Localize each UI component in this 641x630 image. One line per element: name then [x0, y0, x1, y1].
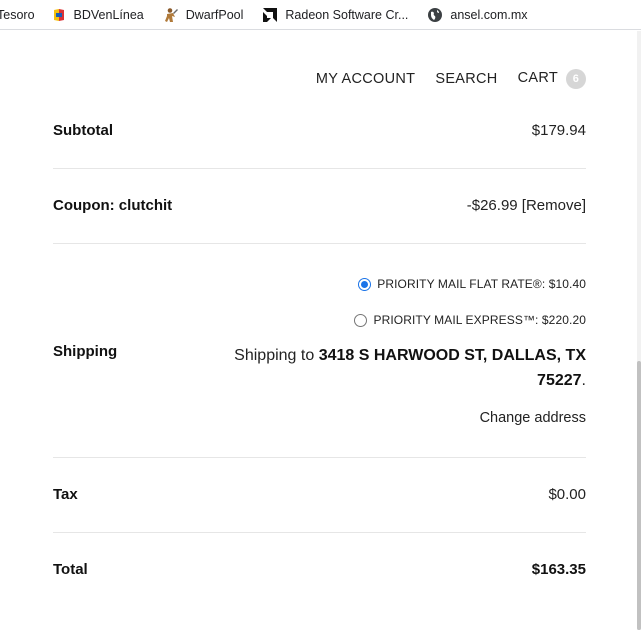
change-address-link[interactable]: Change address — [480, 410, 586, 426]
total-row: Total $163.35 — [53, 533, 586, 608]
subtotal-row: Subtotal $179.94 — [53, 94, 586, 169]
bookmark-ansel[interactable]: ansel.com.mx — [427, 0, 528, 29]
ship-to-prefix: Shipping to — [234, 347, 319, 364]
store-header-nav: MY ACCOUNT SEARCH CART 6 — [296, 69, 586, 89]
tax-label: Tax — [53, 486, 78, 503]
bookmark-label: Tesoro — [0, 7, 35, 22]
subtotal-label: Subtotal — [53, 122, 113, 139]
ship-to-suffix: . — [581, 372, 586, 389]
shipping-address: 3418 S HARWOOD ST, DALLAS, TX 75227 — [318, 347, 586, 389]
tax-value: $0.00 — [548, 486, 586, 503]
tax-row: Tax $0.00 — [53, 458, 586, 533]
bookmark-label: Radeon Software Cr... — [285, 7, 409, 22]
total-value: $163.35 — [531, 561, 586, 578]
coupon-value: -$26.99 [Remove] — [467, 197, 586, 214]
shipping-option-flat-rate[interactable]: PRIORITY MAIL FLAT RATE®: $10.40 — [354, 274, 586, 294]
shipping-destination: Shipping to 3418 S HARWOOD ST, DALLAS, T… — [206, 343, 586, 393]
shipping-label: Shipping — [53, 343, 118, 360]
shipping-option-express[interactable]: PRIORITY MAIL EXPRESS™: $220.20 — [354, 310, 586, 330]
page-scrollbar[interactable] — [637, 31, 641, 630]
dwarfpool-icon — [163, 7, 179, 23]
bookmark-radeon[interactable]: Radeon Software Cr... — [262, 0, 409, 29]
shipping-options: PRIORITY MAIL FLAT RATE®: $10.40 PRIORIT… — [354, 274, 586, 346]
radio-selected[interactable] — [358, 277, 372, 291]
nav-cart-label: CART — [517, 70, 558, 86]
globe-icon — [427, 7, 443, 23]
bookmark-dwarfpool[interactable]: DwarfPool — [163, 0, 244, 29]
scrollbar-thumb[interactable] — [637, 361, 641, 630]
subtotal-value: $179.94 — [531, 122, 586, 139]
coupon-row: Coupon: clutchit -$26.99 [Remove] — [53, 169, 586, 244]
shipping-option-label[interactable]: PRIORITY MAIL FLAT RATE®: $10.40 — [377, 277, 586, 291]
bookmark-label: BDVenLínea — [73, 7, 144, 22]
total-label: Total — [53, 561, 88, 578]
bookmark-bdvenlinea[interactable]: BDVenLínea — [51, 0, 144, 29]
bdv-icon — [51, 7, 67, 23]
nav-search-link[interactable]: SEARCH — [435, 71, 497, 87]
bookmarks-bar: Tesoro BDVenLínea DwarfPool Radeon Softw… — [0, 0, 641, 30]
coupon-amount: -$26.99 — [466, 197, 518, 214]
nav-my-account-link[interactable]: MY ACCOUNT — [316, 71, 415, 87]
bookmark-label: DwarfPool — [185, 7, 244, 22]
shipping-option-label[interactable]: PRIORITY MAIL EXPRESS™: $220.20 — [373, 313, 586, 327]
radio-unselected[interactable] — [354, 313, 368, 327]
cart-count-badge: 6 — [566, 69, 586, 89]
nav-cart-link[interactable]: CART 6 — [518, 69, 586, 89]
amd-radeon-icon — [262, 6, 279, 23]
order-summary: Subtotal $179.94 Coupon: clutchit -$26.9… — [53, 94, 586, 608]
bookmark-tesoro[interactable]: Tesoro — [0, 0, 35, 29]
remove-coupon-link[interactable]: [Remove] — [522, 197, 586, 214]
bookmark-label: ansel.com.mx — [450, 7, 528, 22]
coupon-label: Coupon: clutchit — [53, 197, 173, 214]
shipping-row: Shipping PRIORITY MAIL FLAT RATE®: $10.4… — [53, 244, 586, 458]
